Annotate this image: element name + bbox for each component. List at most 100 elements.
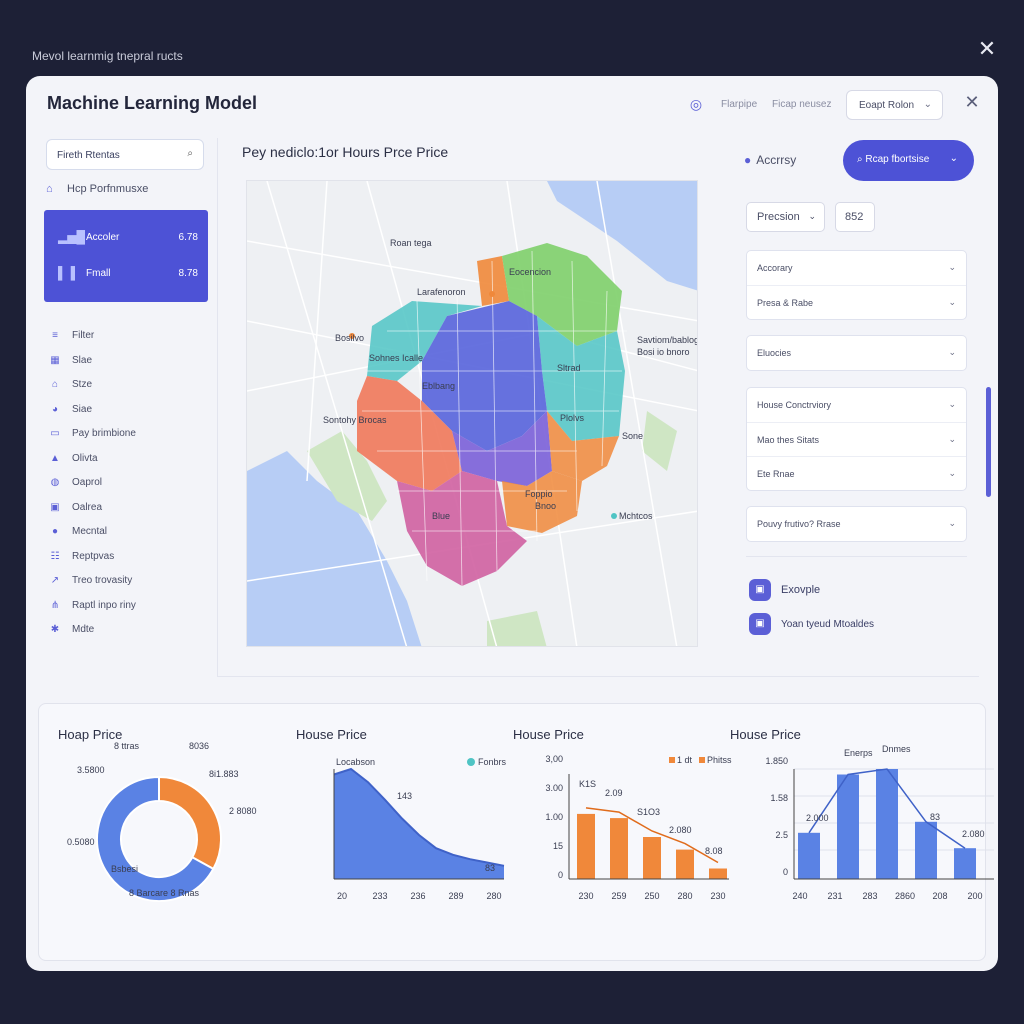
- dropdown-item[interactable]: Eluocies ⌄: [747, 336, 966, 370]
- sidebar-item-7[interactable]: ▣ Oalrea: [48, 502, 102, 518]
- map-label: Sontohy Brocas: [323, 415, 387, 425]
- sidebar-item-label: Siae: [72, 403, 93, 415]
- chevron-down-icon: ⌄: [948, 297, 956, 307]
- sidebar-item-0[interactable]: ≡ Filter: [48, 330, 94, 346]
- building-icon: ⌂: [51, 379, 59, 390]
- sidebar-item-10[interactable]: ↗ Treo trovasity: [48, 575, 132, 591]
- dropdown-item[interactable]: Accorary ⌄: [747, 251, 966, 285]
- data-label: 2.000: [806, 813, 829, 823]
- x-tick: 208: [932, 891, 947, 901]
- x-tick: 2860: [895, 891, 915, 901]
- sidebar-item-label: Mdte: [72, 624, 95, 635]
- search-input[interactable]: Fireth Rtentas ⌕: [46, 139, 204, 170]
- data-label: K1S: [579, 779, 596, 789]
- dropdown-group-4: Pouvy frutivo? Rrase ⌄: [746, 506, 967, 542]
- map-label: Savtiom/bablog: [637, 335, 698, 345]
- sidebar-item-1[interactable]: ▦ Slae: [48, 355, 92, 371]
- sidebar-item-12[interactable]: ✱ Mdte: [48, 624, 94, 640]
- map-label: Sohnes Icalle: [369, 353, 424, 363]
- bar-chart-orange: 230 259 250 280 2303,003.001.001501 dt Phitss…: [545, 754, 732, 901]
- data-label: 2.080: [669, 825, 692, 835]
- map-label: Sone: [622, 431, 644, 441]
- sidebar-item-4[interactable]: ▭ Pay brimbione: [48, 428, 136, 444]
- data-label: 2.080: [962, 829, 985, 839]
- sidebar-item-9[interactable]: ☷ Reptpvas: [48, 551, 115, 567]
- pie-icon: ◕: [51, 403, 59, 415]
- price-map[interactable]: Roan tega Eocencion Larafenoron Bosilvo Sohn…: [246, 180, 698, 647]
- close-icon[interactable]: ✕: [976, 38, 998, 60]
- chevron-down-icon: ⌄: [948, 434, 956, 444]
- sidebar-item-8[interactable]: ● Mecntal: [48, 526, 107, 542]
- y-tick: 1.00: [545, 812, 563, 822]
- chevron-down-icon: ⌄: [948, 399, 956, 409]
- export-select[interactable]: Eoapt Rolon ⌄: [846, 90, 943, 120]
- sidebar-item-5[interactable]: ▲ Olivta: [48, 453, 98, 469]
- sidebar-item-label: Raptl inpo riny: [72, 599, 136, 611]
- sidebar-item-label: Treo trovasity: [72, 575, 133, 586]
- target-icon[interactable]: ◎: [688, 96, 704, 112]
- dropdown-label: Pouvy frutivo? Rrase: [757, 519, 841, 529]
- trend-icon: ↗: [50, 575, 60, 586]
- map-label: Larafenoron: [417, 287, 466, 297]
- performance-button[interactable]: ⌕ Rcap fbortsise ⌄: [843, 140, 974, 181]
- header-link-2[interactable]: Ficap neusez: [772, 99, 831, 110]
- example-label: Exovple: [781, 583, 821, 596]
- sidebar-item-11[interactable]: ⋔ Raptl inpo riny: [48, 600, 136, 616]
- chevron-down-icon: ⌄: [948, 518, 956, 528]
- map-label: Eblbang: [422, 381, 456, 391]
- y-tick: 15: [553, 841, 563, 851]
- precision-select[interactable]: Precsion ⌄: [746, 202, 825, 232]
- chart-annotation: 8 Barcare 8 Rnas: [129, 888, 200, 898]
- sidebar-item-6[interactable]: ◍ Oaprol: [48, 477, 102, 493]
- precision-value[interactable]: 852: [835, 202, 875, 232]
- performance-button-label: Rcap fbortsise: [865, 154, 930, 165]
- app-window: Machine Learning Model ◎ Flarpipe Ficap …: [26, 76, 998, 971]
- x-tick: 280: [677, 891, 692, 901]
- precision-label: Precsion: [757, 211, 800, 223]
- x-tick: 289: [448, 891, 463, 901]
- sidebar-item-3[interactable]: ◕ Siae: [48, 404, 92, 420]
- x-tick: 283: [862, 891, 877, 901]
- export-select-label: Eoapt Rolon: [859, 100, 915, 111]
- chart-title-1: Hoap Price: [58, 727, 123, 742]
- bar: [837, 774, 859, 879]
- chevron-down-icon: ⌄: [948, 262, 956, 272]
- map-label: Bosi io bnoro: [637, 347, 690, 357]
- bar: [798, 832, 820, 879]
- accuracy-label: ● Accrrsy: [744, 153, 796, 167]
- bar: [676, 849, 694, 879]
- globe-icon: ◍: [50, 477, 60, 488]
- chart-annotation: 3.5800: [77, 765, 105, 775]
- dropdown-item[interactable]: Mao thes Sitats ⌄: [747, 422, 966, 456]
- window-close-icon[interactable]: ✕: [962, 92, 982, 112]
- perf-label: Fmall: [86, 268, 111, 279]
- chart-title-4: House Price: [730, 727, 801, 742]
- chart-panel: Hoap Price House Price House Price House…: [38, 703, 994, 961]
- scrollbar[interactable]: [986, 387, 991, 497]
- sliders-icon: ≡: [52, 330, 58, 341]
- header-link-1[interactable]: Flarpipe: [721, 99, 757, 110]
- sidebar-item-label: Oalrea: [72, 501, 103, 513]
- perf-value: 8.78: [178, 268, 198, 279]
- y-tick: 3,00: [545, 754, 563, 764]
- map-label: Bnoo: [535, 501, 557, 511]
- chart-title-3: House Price: [513, 727, 584, 742]
- map-label: Roan tega: [390, 238, 432, 248]
- dropdown-label: Presa & Rabe: [757, 298, 814, 308]
- dropdown-item[interactable]: Ete Rnae ⌄: [747, 456, 966, 490]
- chart-annotation: Bsbesi: [111, 864, 138, 874]
- performance-card[interactable]: ▂▅█ Accoler 6.78 ▌▐ Fmall 8.78: [44, 210, 208, 302]
- dropdown-item[interactable]: Pouvy frutivo? Rrase ⌄: [747, 507, 966, 541]
- dropdown-item[interactable]: Presa & Rabe ⌄: [747, 285, 966, 319]
- pie-slice: [158, 775, 222, 871]
- bar-icon: ▌▐: [58, 266, 76, 280]
- bar: [643, 837, 661, 879]
- bar: [577, 813, 595, 879]
- dropdown-item[interactable]: House Conctrviory ⌄: [747, 388, 966, 422]
- area-series: [334, 769, 504, 879]
- legend-label: Dnmes: [882, 744, 911, 754]
- perf-row-accuracy: ▂▅█ Accoler 6.78: [58, 230, 198, 244]
- example-item[interactable]: ▣ Exovple: [749, 579, 820, 601]
- models-item[interactable]: ▣ Yoan tyeud Mtoaldes: [749, 613, 874, 635]
- sidebar-item-2[interactable]: ⌂ Stze: [48, 379, 92, 395]
